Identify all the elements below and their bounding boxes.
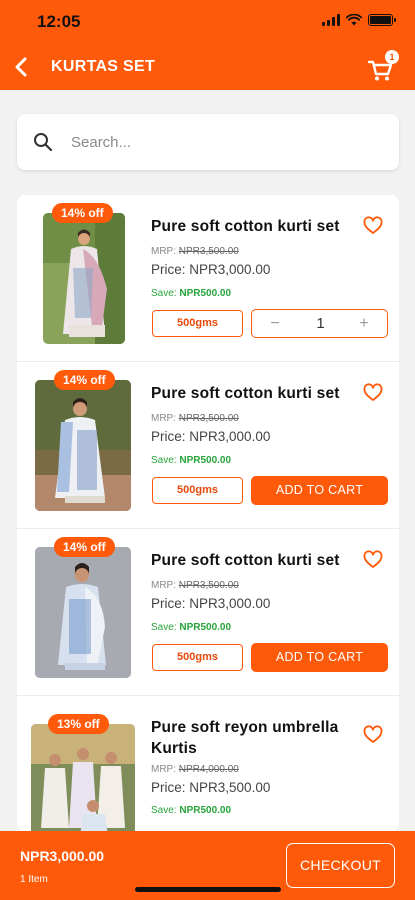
save-label: Save: xyxy=(151,288,177,299)
price-value: NPR3,000.00 xyxy=(189,429,271,444)
price-row: Price: NPR3,000.00 xyxy=(151,262,270,277)
save-value: NPR500.00 xyxy=(179,288,232,299)
quantity-value: 1 xyxy=(316,315,325,332)
heart-icon[interactable] xyxy=(363,725,383,745)
save-row: Save: NPR500.00 xyxy=(151,805,231,816)
status-time: 12:05 xyxy=(37,12,81,31)
mrp-value: NPR3,500.00 xyxy=(178,246,239,257)
home-indicator[interactable] xyxy=(135,887,281,892)
price-value: NPR3,500.00 xyxy=(189,780,271,795)
status-bar: 12:05 xyxy=(0,0,415,44)
product-list[interactable]: 14% off Pure soft cotton kurti set MRP: … xyxy=(17,195,399,832)
heart-icon[interactable] xyxy=(363,216,383,236)
product-image[interactable] xyxy=(35,380,131,511)
product-image[interactable] xyxy=(35,547,131,678)
heart-icon[interactable] xyxy=(363,550,383,570)
product-image[interactable] xyxy=(31,724,135,832)
mrp-value: NPR3,500.00 xyxy=(178,580,239,591)
product-name[interactable]: Pure soft cotton kurti set xyxy=(151,383,361,404)
app-header: 12:05 KURTAS SET 1 xyxy=(0,0,415,90)
price-label: Price: xyxy=(151,429,186,444)
cart-total: NPR3,000.00 xyxy=(20,848,105,864)
decrease-quantity-button[interactable]: − xyxy=(260,310,290,337)
product-card[interactable]: 13% off Pure soft reyon umbrella Kurtis … xyxy=(17,696,399,832)
cart-button[interactable]: 1 xyxy=(367,50,399,82)
mrp-row: MRP: NPR4,000.00 xyxy=(151,764,239,775)
mrp-value: NPR3,500.00 xyxy=(178,413,239,424)
product-card[interactable]: 14% off Pure soft cotton kurti set MRP: … xyxy=(17,195,399,362)
save-row: Save: NPR500.00 xyxy=(151,288,231,299)
weight-select[interactable]: 500gms xyxy=(152,477,243,504)
save-label: Save: xyxy=(151,805,177,816)
product-card[interactable]: 14% off Pure soft cotton kurti set MRP: … xyxy=(17,529,399,696)
save-value: NPR500.00 xyxy=(179,455,232,466)
product-image[interactable] xyxy=(43,213,125,344)
price-row: Price: NPR3,000.00 xyxy=(151,596,270,611)
mrp-value: NPR4,000.00 xyxy=(178,764,239,775)
mrp-row: MRP: NPR3,500.00 xyxy=(151,580,239,591)
price-row: Price: NPR3,500.00 xyxy=(151,780,270,795)
discount-badge: 13% off xyxy=(48,714,109,734)
price-label: Price: xyxy=(151,596,186,611)
discount-badge: 14% off xyxy=(52,203,113,223)
mrp-label: MRP: xyxy=(151,413,176,424)
product-card[interactable]: 14% off Pure soft cotton kurti set MRP: … xyxy=(17,362,399,529)
product-name[interactable]: Pure soft reyon umbrella Kurtis xyxy=(151,717,351,759)
status-icons xyxy=(322,14,396,26)
back-button[interactable] xyxy=(8,52,38,82)
price-label: Price: xyxy=(151,780,186,795)
search-input[interactable] xyxy=(71,128,371,156)
product-name[interactable]: Pure soft cotton kurti set xyxy=(151,216,361,237)
mrp-row: MRP: NPR3,500.00 xyxy=(151,246,239,257)
search-bar[interactable] xyxy=(17,114,399,170)
mrp-label: MRP: xyxy=(151,246,176,257)
save-label: Save: xyxy=(151,455,177,466)
price-label: Price: xyxy=(151,262,186,277)
heart-icon[interactable] xyxy=(363,383,383,403)
price-value: NPR3,000.00 xyxy=(189,596,271,611)
signal-icon xyxy=(322,14,340,26)
save-value: NPR500.00 xyxy=(179,805,232,816)
mrp-row: MRP: NPR3,500.00 xyxy=(151,413,239,424)
save-row: Save: NPR500.00 xyxy=(151,622,231,633)
checkout-button[interactable]: CHECKOUT xyxy=(286,843,395,888)
product-name[interactable]: Pure soft cotton kurti set xyxy=(151,550,361,571)
weight-select[interactable]: 500gms xyxy=(152,644,243,671)
discount-badge: 14% off xyxy=(54,537,115,557)
save-label: Save: xyxy=(151,622,177,633)
page-title: KURTAS SET xyxy=(51,58,156,75)
cart-count-badge: 1 xyxy=(385,50,399,64)
add-to-cart-button[interactable]: ADD TO CART xyxy=(251,476,388,505)
add-to-cart-button[interactable]: ADD TO CART xyxy=(251,643,388,672)
cart-item-count: 1 Item xyxy=(20,874,48,885)
discount-badge: 14% off xyxy=(54,370,115,390)
quantity-stepper[interactable]: − 1 + xyxy=(251,309,388,338)
save-value: NPR500.00 xyxy=(179,622,232,633)
wifi-icon xyxy=(346,14,362,26)
save-row: Save: NPR500.00 xyxy=(151,455,231,466)
mrp-label: MRP: xyxy=(151,764,176,775)
weight-select[interactable]: 500gms xyxy=(152,310,243,337)
increase-quantity-button[interactable]: + xyxy=(349,310,379,337)
mrp-label: MRP: xyxy=(151,580,176,591)
battery-icon xyxy=(368,14,396,26)
price-row: Price: NPR3,000.00 xyxy=(151,429,270,444)
back-arrow-icon xyxy=(15,57,27,77)
search-icon xyxy=(34,133,53,152)
price-value: NPR3,000.00 xyxy=(189,262,271,277)
